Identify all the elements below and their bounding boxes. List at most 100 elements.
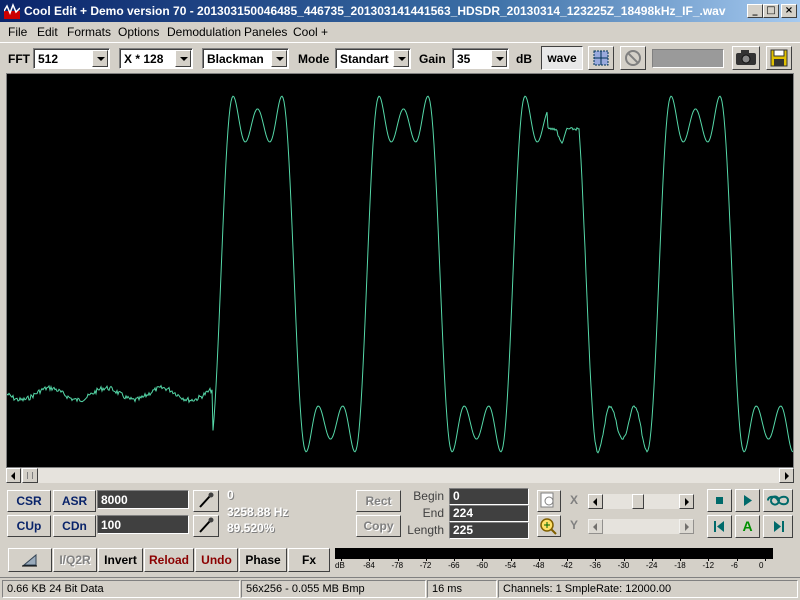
play-icon: [744, 495, 752, 506]
status-time: 16 ms: [427, 580, 497, 598]
menu-cool-plus[interactable]: Cool +: [293, 25, 328, 39]
copy-button[interactable]: Copy: [356, 515, 401, 537]
y-axis-label: Y: [570, 518, 579, 532]
measure-button[interactable]: [8, 548, 52, 572]
close-button[interactable]: ×: [781, 4, 797, 18]
menu-options[interactable]: Options: [118, 25, 159, 39]
fx-button[interactable]: Fx: [288, 548, 330, 572]
chevron-down-icon[interactable]: [491, 50, 507, 67]
percent-readout: 89.520%: [227, 521, 275, 535]
scroll-left-icon[interactable]: [6, 468, 21, 483]
loop-icon: [767, 495, 790, 506]
pick-bottom-button[interactable]: [193, 515, 219, 537]
waveform-display[interactable]: [6, 73, 794, 468]
skip-end-button[interactable]: [763, 515, 793, 538]
menu-paneles[interactable]: Paneles: [244, 25, 287, 39]
grip-icon: [27, 472, 33, 479]
grid-select-button[interactable]: [588, 46, 614, 70]
skip-start-button[interactable]: [707, 515, 732, 538]
menu-formats[interactable]: Formats: [67, 25, 111, 39]
chevron-down-icon[interactable]: [393, 50, 409, 67]
menu-demodulation[interactable]: Demodulation: [167, 25, 241, 39]
gain-select[interactable]: 35: [452, 48, 509, 69]
slider-left-icon[interactable]: [588, 494, 603, 509]
chevron-down-icon[interactable]: [92, 50, 108, 67]
cup-button[interactable]: CUp: [7, 515, 51, 537]
db-scale-tick: -84: [363, 561, 375, 570]
menu-file[interactable]: File: [8, 25, 27, 39]
db-scale-tick-mark: [454, 558, 456, 561]
auto-button[interactable]: A: [735, 515, 760, 538]
stop-button[interactable]: [707, 489, 732, 512]
zoom-in-button[interactable]: [537, 515, 561, 537]
cdn-value-field[interactable]: 100: [97, 515, 189, 534]
cdn-button[interactable]: CDn: [53, 515, 96, 537]
x-zoom-slider[interactable]: [588, 494, 694, 509]
loop-button[interactable]: [763, 489, 793, 512]
zoom-out-button[interactable]: [537, 490, 561, 512]
prohibited-icon: [625, 50, 641, 66]
phase-button[interactable]: Phase: [239, 548, 287, 572]
menu-edit[interactable]: Edit: [37, 25, 58, 39]
play-button[interactable]: [735, 489, 760, 512]
csr-button[interactable]: CSR: [7, 490, 51, 512]
end-field[interactable]: 224: [449, 505, 529, 522]
rect-button[interactable]: Rect: [356, 490, 401, 512]
asr-value-field[interactable]: 8000: [97, 490, 189, 509]
fft-select[interactable]: 512: [33, 48, 110, 69]
asr-button[interactable]: ASR: [53, 490, 96, 512]
slider-right-icon[interactable]: [679, 494, 694, 509]
pick-top-button[interactable]: [193, 490, 219, 512]
gain-label: Gain: [419, 52, 446, 66]
db-scale-tick-mark: [510, 558, 512, 561]
stop-clear-button[interactable]: [620, 46, 646, 70]
db-scale-tick: -66: [448, 561, 460, 570]
scale-select[interactable]: X * 128: [119, 48, 193, 69]
toolbar: FFT 512 X * 128 Blackman Mode Standart G…: [0, 42, 800, 72]
window-function-select[interactable]: Blackman: [202, 48, 289, 69]
mode-select[interactable]: Standart: [335, 48, 411, 69]
db-scale-tick: -6: [730, 561, 738, 570]
waveform-canvas: [6, 95, 794, 454]
db-scale-tick: -36: [589, 561, 601, 570]
undo-button[interactable]: Undo: [195, 548, 238, 572]
slider-right-icon[interactable]: [679, 519, 694, 534]
db-scale-tick-mark: [425, 558, 427, 561]
zoom-in-icon: [540, 518, 557, 535]
snapshot-button[interactable]: [732, 46, 760, 70]
iq2r-button[interactable]: I/Q2R: [53, 548, 97, 572]
cursor-value: 0: [227, 488, 234, 502]
waveform-trace: [6, 95, 794, 454]
y-zoom-slider[interactable]: [588, 519, 694, 534]
skip-back-icon: [714, 521, 724, 532]
invert-button[interactable]: Invert: [98, 548, 143, 572]
wave-toggle-button[interactable]: wave: [541, 46, 583, 70]
slider-left-icon[interactable]: [588, 519, 603, 534]
status-bitmap-size: 56x256 - 0.055 MB Bmp: [241, 580, 426, 598]
horizontal-scrollbar[interactable]: [6, 468, 794, 483]
db-scale-tick: -12: [702, 561, 715, 570]
magnifier-icon: [540, 492, 554, 508]
x-slider-thumb[interactable]: [632, 494, 644, 509]
scroll-right-icon[interactable]: [779, 468, 794, 483]
db-scale-tick-mark: [651, 558, 653, 561]
ruler-icon: [22, 553, 37, 567]
db-scale-tick-mark: [595, 558, 597, 561]
status-data-size: 0.66 KB 24 Bit Data: [2, 580, 240, 598]
chevron-down-icon[interactable]: [271, 50, 287, 67]
maximize-button[interactable]: □: [763, 4, 779, 18]
app-logo-icon: [4, 3, 20, 19]
scroll-thumb[interactable]: [22, 468, 38, 483]
title-bar: Cool Edit + Demo version 70 - 2013031500…: [0, 0, 800, 22]
save-button[interactable]: [766, 46, 792, 70]
minimize-button[interactable]: _: [747, 4, 763, 18]
db-scale-tick: 0: [759, 561, 764, 570]
begin-field[interactable]: 0: [449, 488, 529, 505]
fft-label: FFT: [8, 52, 30, 66]
length-field[interactable]: 225: [449, 522, 529, 539]
reload-button[interactable]: Reload: [144, 548, 194, 572]
db-scale-tick-mark: [369, 558, 371, 561]
x-axis-label: X: [570, 493, 579, 507]
mode-value: Standart: [340, 52, 389, 66]
chevron-down-icon[interactable]: [175, 50, 191, 67]
